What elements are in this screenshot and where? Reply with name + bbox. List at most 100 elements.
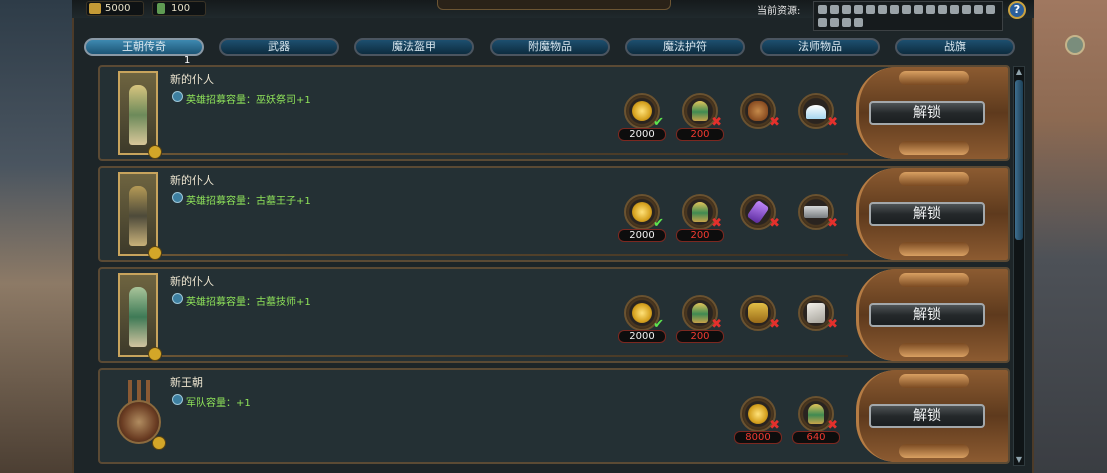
cost-ingot: ✖ bbox=[796, 194, 838, 232]
resource-mini-icon bbox=[866, 5, 875, 14]
necrotect-portrait bbox=[118, 273, 162, 361]
gold-coin-icon bbox=[632, 101, 652, 121]
scroll-up-icon[interactable]: ▲ bbox=[1013, 67, 1025, 77]
tomb-prince-portrait bbox=[118, 172, 162, 260]
cross-icon: ✖ bbox=[827, 216, 838, 231]
scarab-crest-icon bbox=[899, 444, 969, 458]
resource-mini-icon bbox=[902, 5, 911, 14]
stone-block-icon bbox=[807, 303, 825, 323]
background-scenery-right bbox=[1027, 0, 1107, 473]
resource-mini-icon bbox=[830, 18, 839, 27]
row-effect: 英雄招募容量：巫妖祭司+1 bbox=[186, 95, 311, 106]
scarab-crest-icon bbox=[899, 242, 969, 256]
treasury-chip: 5000 bbox=[86, 1, 144, 16]
cost-amount: 200 bbox=[676, 229, 724, 242]
cross-icon: ✖ bbox=[827, 115, 838, 130]
map-marker-icon[interactable] bbox=[1065, 35, 1085, 55]
list-item: 新王朝 军队容量：+1 ✖ 8000 ✖ 640 解锁 bbox=[98, 368, 1010, 464]
resource-mini-icon bbox=[830, 5, 839, 14]
canopic-value: 100 bbox=[171, 3, 191, 14]
canopic-chip: 100 bbox=[152, 1, 206, 16]
unlock-panel: 解锁 bbox=[856, 168, 1008, 260]
cost-amount: 200 bbox=[676, 330, 724, 343]
cost-gold: ✔ bbox=[622, 295, 664, 333]
canopic-jar-icon bbox=[808, 404, 824, 424]
list-item: 新的仆人 英雄招募容量：巫妖祭司+1 ✔ 2000 ✖ 200 ✖ ✖ 解锁 bbox=[98, 65, 1010, 161]
cost-canopic: ✖ bbox=[680, 295, 722, 333]
scrollbar-thumb[interactable] bbox=[1015, 80, 1023, 240]
cost-amount: 2000 bbox=[618, 229, 666, 242]
coin-badge-icon bbox=[148, 246, 162, 260]
list-item: 新的仆人 英雄招募容量：古墓王子+1 ✔ 2000 ✖ 200 ✖ ✖ 解锁 bbox=[98, 166, 1010, 262]
scroll-down-icon[interactable]: ▼ bbox=[1013, 455, 1025, 465]
cost-amount: 2000 bbox=[618, 330, 666, 343]
help-button[interactable]: ? bbox=[1008, 1, 1026, 19]
cost-amount: 640 bbox=[792, 431, 840, 444]
gold-coin-icon bbox=[632, 202, 652, 222]
treasury-value: 5000 bbox=[105, 3, 131, 14]
bread-icon bbox=[748, 101, 768, 121]
cross-icon: ✖ bbox=[769, 317, 780, 332]
row-divider bbox=[162, 254, 848, 256]
unlock-panel: 解锁 bbox=[856, 67, 1008, 159]
effect-icon bbox=[172, 192, 183, 203]
background-scenery-left bbox=[0, 0, 75, 473]
tab-arcane-items[interactable]: 法师物品 bbox=[760, 38, 880, 56]
canopic-jar-icon bbox=[157, 3, 165, 14]
unlock-panel: 解锁 bbox=[856, 269, 1008, 361]
row-effect: 英雄招募容量：古墓技师+1 bbox=[186, 297, 311, 308]
row-effect: 军队容量：+1 bbox=[186, 398, 251, 409]
resource-mini-icon bbox=[914, 5, 923, 14]
cost-bread: ✖ bbox=[738, 93, 780, 131]
resource-mini-icon bbox=[878, 5, 887, 14]
tab-dynasty-legend[interactable]: 王朝传奇 bbox=[84, 38, 204, 56]
resource-mini-icon bbox=[854, 18, 863, 27]
tab-talismans[interactable]: 魔法护符 bbox=[625, 38, 745, 56]
cost-canopic: ✖ bbox=[680, 194, 722, 232]
salt-icon bbox=[806, 105, 826, 119]
cost-stone: ✖ bbox=[796, 295, 838, 333]
canopic-jar-icon bbox=[692, 303, 708, 323]
cost-gold: ✖ bbox=[738, 396, 780, 434]
cost-crystal: ✖ bbox=[738, 194, 780, 232]
effect-icon bbox=[172, 394, 183, 405]
resource-mini-icon bbox=[818, 5, 827, 14]
row-title: 新王朝 bbox=[170, 376, 203, 389]
unlock-button[interactable]: 解锁 bbox=[869, 101, 985, 125]
scarab-crest-icon bbox=[899, 343, 969, 357]
metal-ingot-icon bbox=[804, 206, 828, 218]
current-resources-label: 当前资源: bbox=[757, 6, 801, 17]
treasury-icon bbox=[89, 3, 101, 14]
panel-title-plaque bbox=[437, 0, 671, 10]
unlock-button[interactable]: 解锁 bbox=[869, 404, 985, 428]
tab-enchanted-items[interactable]: 附魔物品 bbox=[490, 38, 610, 56]
unlock-button[interactable]: 解锁 bbox=[869, 303, 985, 327]
canopic-jar-icon bbox=[692, 202, 708, 222]
resource-mini-icon bbox=[818, 18, 827, 27]
tab-weapons[interactable]: 武器 bbox=[219, 38, 339, 56]
resource-mini-icon bbox=[950, 5, 959, 14]
resource-mini-icon bbox=[890, 5, 899, 14]
unlock-button[interactable]: 解锁 bbox=[869, 202, 985, 226]
scarab-crest-icon bbox=[899, 141, 969, 155]
cross-icon: ✖ bbox=[769, 216, 780, 231]
cost-amount: 8000 bbox=[734, 431, 782, 444]
cost-canopic: ✖ bbox=[680, 93, 722, 131]
golden-mask-icon bbox=[748, 303, 768, 323]
tab-magic-armour[interactable]: 魔法盔甲 bbox=[354, 38, 474, 56]
resource-mini-icon bbox=[974, 5, 983, 14]
row-divider bbox=[162, 153, 848, 155]
resource-mini-icon bbox=[986, 5, 995, 14]
cross-icon: ✖ bbox=[769, 115, 780, 130]
scarab-crest-icon bbox=[899, 273, 969, 287]
category-tabs: 王朝传奇 武器 魔法盔甲 附魔物品 魔法护符 法师物品 战旗 bbox=[84, 38, 1024, 58]
gold-coin-icon bbox=[748, 404, 768, 424]
cost-salt: ✖ bbox=[796, 93, 838, 131]
row-title: 新的仆人 bbox=[170, 174, 214, 187]
effect-icon bbox=[172, 293, 183, 304]
row-title: 新的仆人 bbox=[170, 73, 214, 86]
row-title: 新的仆人 bbox=[170, 275, 214, 288]
unlock-panel: 解锁 bbox=[856, 370, 1008, 462]
tab-banners[interactable]: 战旗 bbox=[895, 38, 1015, 56]
canopic-jar-icon bbox=[692, 101, 708, 121]
